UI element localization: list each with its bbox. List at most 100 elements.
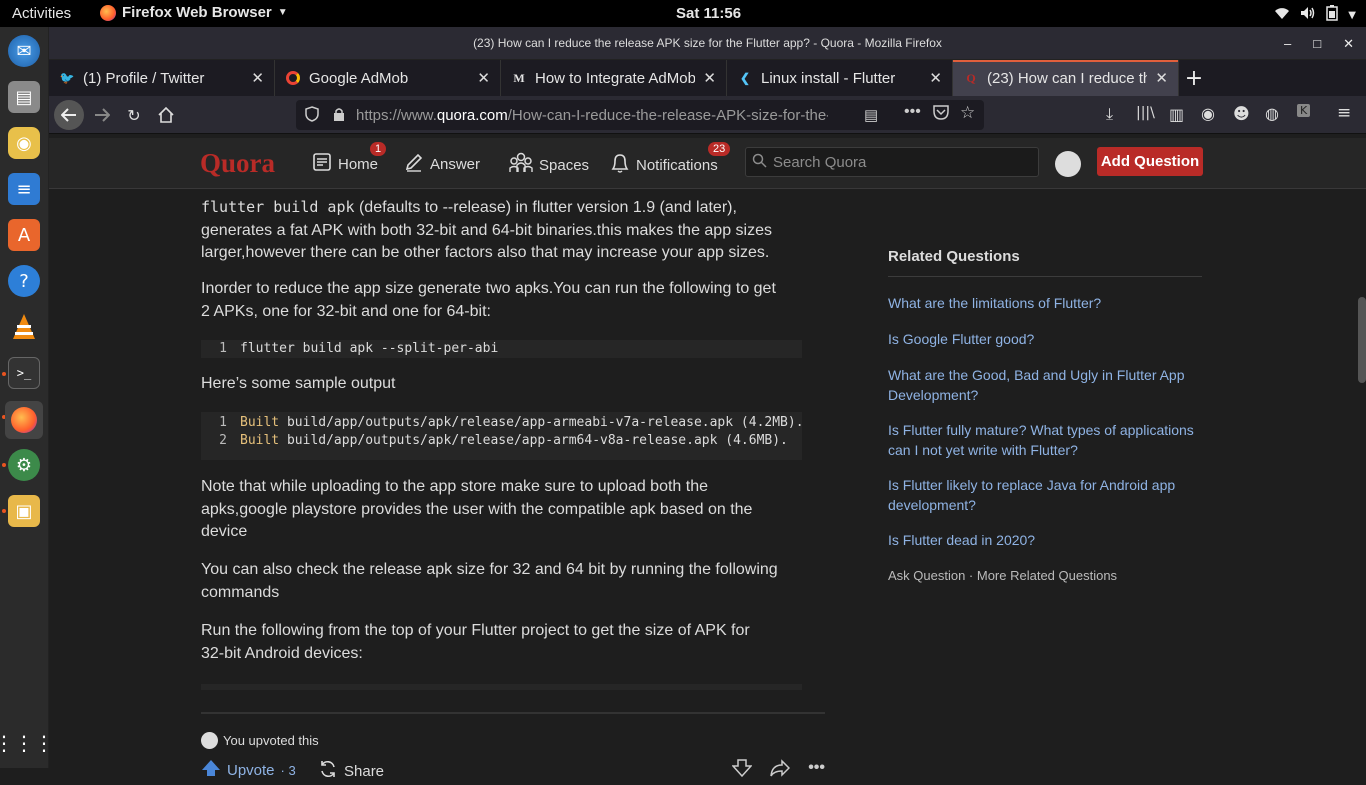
rhythmbox-icon[interactable]: ◉ xyxy=(8,127,40,159)
nav-spaces[interactable]: Spaces xyxy=(509,152,589,178)
nav-notifications[interactable]: Notifications xyxy=(610,152,718,178)
help-icon[interactable]: ? xyxy=(8,265,40,297)
url-bar[interactable]: https://www.quora.com/How-can-I-reduce-t… xyxy=(296,100,984,130)
account-icon[interactable]: ◉ xyxy=(1201,104,1215,123)
pocket-icon[interactable] xyxy=(933,105,949,124)
quora-icon: Q xyxy=(966,70,976,85)
text: You can also check the release apk size … xyxy=(201,561,778,578)
related-question-link[interactable]: Is Google Flutter good? xyxy=(888,330,1198,350)
code-line: 1 flutter build apk --split-per-abi xyxy=(201,340,802,358)
image-viewer-icon[interactable]: ▣ xyxy=(8,495,40,527)
nav-home[interactable]: Home xyxy=(312,152,378,176)
battery-icon xyxy=(1326,5,1339,25)
firefox-dock-icon[interactable] xyxy=(5,401,43,439)
more-related-link[interactable]: Ask Question · More Related Questions xyxy=(888,568,1117,583)
menu-icon[interactable]: ≡ xyxy=(1337,103,1351,123)
forward-share-icon[interactable] xyxy=(770,759,791,782)
tab-label: (23) How can I reduce the xyxy=(987,69,1148,87)
quora-logo[interactable]: Quora xyxy=(200,148,275,179)
app-menu-label: Firefox Web Browser xyxy=(122,4,272,21)
home-icon[interactable] xyxy=(154,103,178,127)
code-block-truncated xyxy=(201,684,802,690)
vlc-icon[interactable] xyxy=(8,311,40,343)
upvote-button[interactable]: Upvote · 3 xyxy=(201,759,296,781)
url-path: /How-can-I-reduce-the-release-APK-size-f… xyxy=(507,106,828,124)
related-question-link[interactable]: Is Flutter dead in 2020? xyxy=(888,531,1198,551)
quora-header: Quora Home 1 Answer Spaces Notifications xyxy=(49,138,1366,189)
share-icon xyxy=(318,759,338,783)
app-menu[interactable]: Firefox Web Browser ▼ xyxy=(100,4,288,21)
thunderbird-icon[interactable]: ✉ xyxy=(8,35,40,67)
close-tab-icon[interactable]: ✕ xyxy=(929,69,942,87)
related-question-link[interactable]: Is Flutter likely to replace Java for An… xyxy=(888,476,1198,515)
related-question-link[interactable]: What are the limitations of Flutter? xyxy=(888,294,1198,314)
scrollbar[interactable] xyxy=(1358,297,1366,383)
library-icon[interactable]: |||\ xyxy=(1136,105,1155,121)
share-button[interactable]: Share xyxy=(318,759,384,783)
minimize-icon[interactable]: – xyxy=(1284,27,1291,60)
extension-icon[interactable]: K xyxy=(1297,104,1311,117)
tab-admob[interactable]: Google AdMob ✕ xyxy=(275,60,501,96)
avatar[interactable] xyxy=(1055,151,1081,177)
close-tab-icon[interactable]: ✕ xyxy=(1155,69,1168,87)
activities-button[interactable]: Activities xyxy=(12,5,71,22)
text: Here’s some sample output xyxy=(201,375,396,392)
tab-flutter[interactable]: ❮ Linux install - Flutter ✕ xyxy=(727,60,953,96)
flutter-icon: ❮ xyxy=(739,71,751,85)
nav-spaces-label: Spaces xyxy=(539,156,590,174)
window-title: (23) How can I reduce the release APK si… xyxy=(473,36,942,50)
page-content: flutter build apk (defaults to --release… xyxy=(49,189,1366,780)
clock[interactable]: Sat 11:56 xyxy=(676,5,741,22)
extension-icon[interactable]: ☻ xyxy=(1233,104,1250,123)
new-tab-button[interactable]: + xyxy=(1179,60,1209,96)
url-text[interactable]: https://www.quora.com/How-can-I-reduce-t… xyxy=(356,107,828,124)
chevron-down-icon: ▼ xyxy=(277,7,288,18)
reload-button[interactable]: ↻ xyxy=(122,103,146,127)
close-tab-icon[interactable]: ✕ xyxy=(703,69,716,87)
line-number: 1 xyxy=(219,415,227,430)
android-studio-icon[interactable]: ⚙ xyxy=(8,449,40,481)
url-prefix: https://www. xyxy=(356,106,437,124)
add-question-button[interactable]: Add Question xyxy=(1097,147,1203,176)
nav-home-label: Home xyxy=(338,155,379,173)
downvote-icon[interactable] xyxy=(731,759,753,782)
forward-button[interactable] xyxy=(90,103,114,127)
software-center-icon[interactable]: A xyxy=(8,219,40,251)
system-tray[interactable]: ▼ xyxy=(1274,5,1356,25)
line-number: 1 xyxy=(219,341,227,356)
back-button[interactable] xyxy=(54,100,84,130)
bookmark-star-icon[interactable]: ☆ xyxy=(960,103,975,123)
tab-twitter[interactable]: 🐦 (1) Profile / Twitter ✕ xyxy=(49,60,275,96)
show-applications-icon[interactable]: ⋮⋮⋮ xyxy=(0,727,54,759)
tab-bar: 🐦 (1) Profile / Twitter ✕ Google AdMob ✕… xyxy=(49,60,1366,96)
tab-medium[interactable]: M How to Integrate AdMob ✕ xyxy=(501,60,727,96)
writer-icon[interactable]: ≡ xyxy=(8,173,40,205)
tab-quora[interactable]: Q (23) How can I reduce the ✕ xyxy=(953,60,1179,96)
search-input[interactable]: Search Quora xyxy=(745,147,1039,177)
gnome-top-bar: Activities Firefox Web Browser ▼ Sat 11:… xyxy=(0,0,1366,27)
files-icon[interactable]: ▤ xyxy=(8,81,40,113)
lock-icon[interactable] xyxy=(333,107,345,125)
window-controls: – □ ✕ xyxy=(1284,27,1354,60)
terminal-icon[interactable]: >_ xyxy=(8,357,40,389)
paragraph: Inorder to reduce the app size generate … xyxy=(201,278,801,323)
more-options-icon[interactable]: ••• xyxy=(808,759,825,782)
shield-icon[interactable] xyxy=(305,106,319,126)
nav-answer[interactable]: Answer xyxy=(404,152,480,176)
running-indicator xyxy=(2,509,6,513)
related-question-link[interactable]: Is Flutter fully mature? What types of a… xyxy=(888,421,1198,460)
reader-view-icon[interactable]: ▤ xyxy=(864,106,878,124)
tab-label: How to Integrate AdMob xyxy=(535,69,696,87)
code-block: 1 flutter build apk --split-per-abi xyxy=(201,340,802,358)
related-question-link[interactable]: What are the Good, Bad and Ugly in Flutt… xyxy=(888,366,1198,405)
page-actions-icon[interactable]: ••• xyxy=(904,103,921,121)
download-icon[interactable]: ⤓ xyxy=(1106,104,1113,124)
upvoted-note: You upvoted this xyxy=(201,732,319,749)
extension-icon[interactable]: ◍ xyxy=(1265,104,1279,123)
close-icon[interactable]: ✕ xyxy=(1343,27,1354,60)
upvoted-text: You upvoted this xyxy=(223,733,319,748)
maximize-icon[interactable]: □ xyxy=(1313,27,1321,60)
close-tab-icon[interactable]: ✕ xyxy=(251,69,264,87)
close-tab-icon[interactable]: ✕ xyxy=(477,69,490,87)
sidebar-icon[interactable]: ▥ xyxy=(1169,105,1184,124)
